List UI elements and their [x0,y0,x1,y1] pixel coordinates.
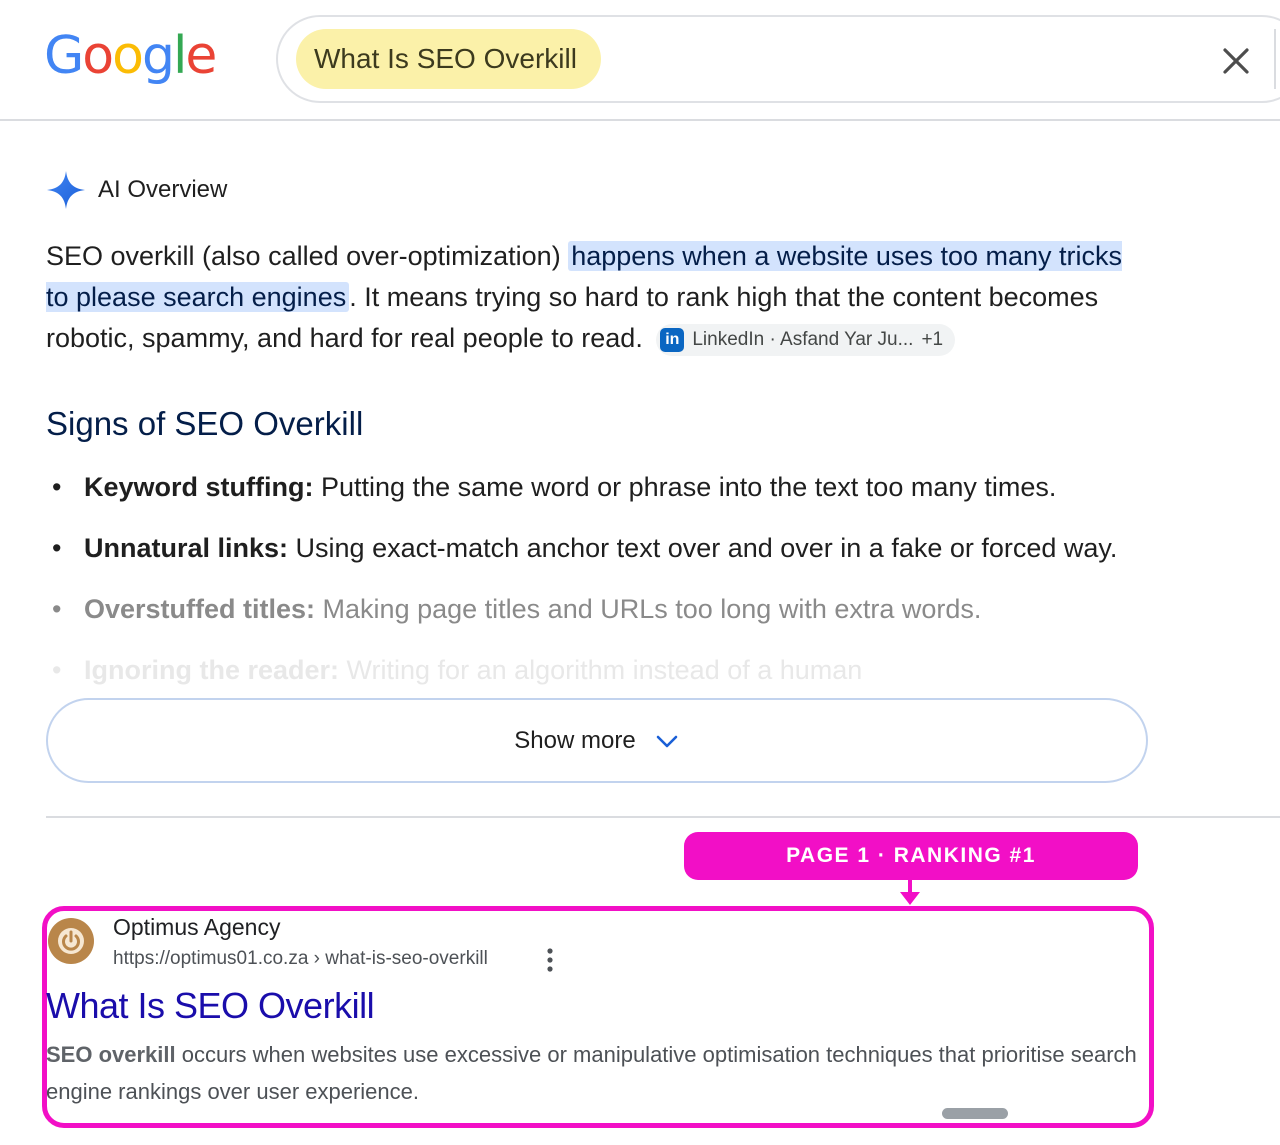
result-menu-button[interactable] [540,946,560,974]
scroll-handle[interactable] [942,1108,1008,1119]
list-item-term: Unnatural links: [84,533,289,563]
list-item-text: Making page titles and URLs too long wit… [315,594,982,624]
snippet-bold-term: SEO overkill [46,1042,176,1067]
search-header: Google What Is SEO Overkill [0,0,1280,121]
signs-list: Keyword stuffing: Putting the same word … [46,464,1156,708]
list-item-term: Overstuffed titles: [84,594,316,624]
show-more-label: Show more [514,726,636,754]
list-item-text: Writing for an algorithm instead of a hu… [339,655,863,685]
google-logo[interactable]: Google [44,26,217,86]
logo-letter: o [112,26,144,86]
searchbox-divider [1274,29,1276,89]
show-more-button[interactable]: Show more [46,698,1148,783]
list-item: Unnatural links: Using exact-match ancho… [46,525,1156,586]
summary-intro: SEO overkill (also called over-optimizat… [46,241,569,271]
ranking-badge: PAGE 1 · RANKING #1 [684,832,1138,880]
source-chip-label: LinkedIn · Asfand Yar Ju... [692,329,914,350]
result-snippet: SEO overkill occurs when websites use ex… [46,1036,1146,1110]
list-item-term: Keyword stuffing: [84,472,314,502]
section-divider [46,816,1280,818]
logo-letter: g [141,26,175,86]
logo-letter: e [185,26,217,86]
search-query-highlight[interactable]: What Is SEO Overkill [296,29,601,89]
result-url[interactable]: https://optimus01.co.za › what-is-seo-ov… [113,946,488,972]
list-item-text: Putting the same word or phrase into the… [313,472,1057,502]
clear-search-button[interactable] [1214,39,1258,83]
result-site-name[interactable]: Optimus Agency [113,912,280,942]
list-item-term: Ignoring the reader: [84,655,340,685]
result-title-link[interactable]: What Is SEO Overkill [46,984,375,1028]
signs-heading: Signs of SEO Overkill [46,405,364,442]
snippet-text: occurs when websites use excessive or ma… [46,1042,1137,1104]
chevron-down-icon [656,735,677,747]
ai-overview-header: AI Overview [46,168,227,212]
power-icon [58,928,84,954]
logo-letter: l [172,26,188,86]
close-icon [1223,48,1249,74]
list-item-text: Using exact-match anchor text over and o… [288,533,1118,563]
list-item: Overstuffed titles: Making page titles a… [46,586,1156,647]
ai-overview-title: AI Overview [98,176,228,203]
logo-letter: o [82,26,114,86]
more-vertical-icon [547,948,553,972]
ai-overview-summary: SEO overkill (also called over-optimizat… [46,236,1146,359]
arrow-down-icon [900,880,920,905]
list-item: Keyword stuffing: Putting the same word … [46,464,1156,525]
search-input[interactable]: What Is SEO Overkill [276,15,1280,103]
logo-letter: G [44,26,84,86]
sparkle-icon [47,171,85,209]
source-chip[interactable]: in LinkedIn · Asfand Yar Ju... +1 [656,323,956,356]
site-favicon[interactable] [48,918,94,964]
source-chip-extra-count: +1 [921,329,944,350]
linkedin-icon: in [660,327,685,352]
